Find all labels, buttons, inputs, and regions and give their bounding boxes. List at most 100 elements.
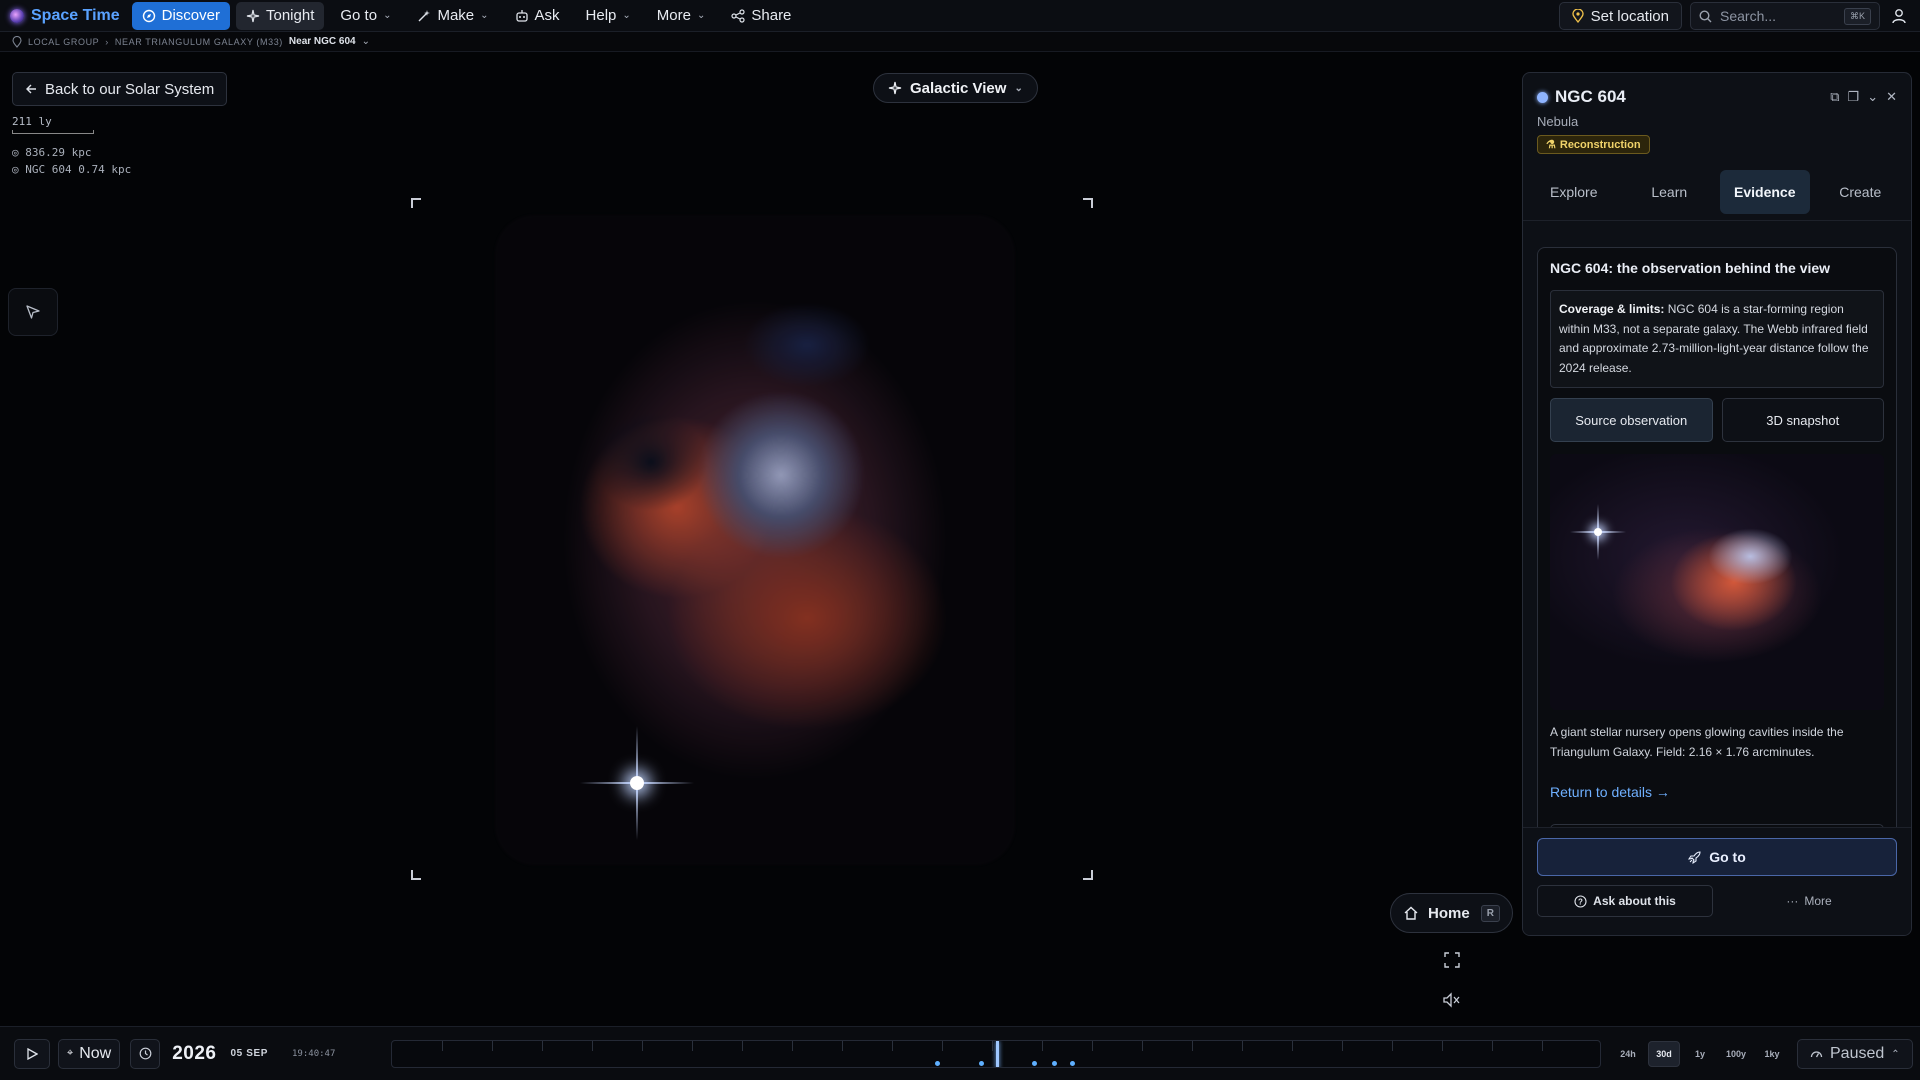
distance-readout: ◎ 836.29 kpc ◎ NGC 604 0.74 kpc xyxy=(12,144,131,178)
help-menu[interactable]: Help ⌄ xyxy=(576,2,641,30)
close-icon[interactable]: ✕ xyxy=(1886,89,1897,105)
share-button[interactable]: Share xyxy=(721,2,801,30)
tonight-button[interactable]: Tonight xyxy=(236,1,325,30)
breadcrumb-item[interactable]: LOCAL GROUP xyxy=(28,37,99,47)
make-menu[interactable]: Make ⌄ xyxy=(407,2,498,30)
tab-create[interactable]: Create xyxy=(1816,170,1906,214)
source-observation-button[interactable]: Source observation xyxy=(1550,398,1713,442)
timeline-event-marker[interactable] xyxy=(1052,1061,1057,1066)
ask-about-label: Ask about this xyxy=(1593,894,1676,908)
play-button[interactable] xyxy=(14,1038,50,1069)
breadcrumb-current[interactable]: Near NGC 604 xyxy=(289,36,356,47)
search-shortcut-hint: ⌘K xyxy=(1843,7,1871,25)
arrow-left-icon xyxy=(26,84,36,94)
collapse-chevron-icon[interactable]: ⌄ xyxy=(1867,89,1878,105)
timeline-event-marker[interactable] xyxy=(935,1061,940,1066)
now-label: Now xyxy=(79,1044,112,1062)
more-actions-button[interactable]: ··· More xyxy=(1721,885,1897,917)
selection-frame-corner xyxy=(411,870,421,880)
app-brand[interactable]: Space Time xyxy=(10,7,120,25)
compass-icon xyxy=(142,9,155,22)
panel-footer: Go to ? Ask about this ··· More xyxy=(1523,827,1911,935)
current-time[interactable]: 19:40:47 xyxy=(292,1049,335,1059)
object-color-dot xyxy=(1537,91,1548,103)
app-name: Space Time xyxy=(31,6,120,24)
ngc-604-nebula-image[interactable] xyxy=(495,215,1015,865)
goto-label: Go to xyxy=(1709,849,1746,865)
timeline-event-marker[interactable] xyxy=(1070,1061,1075,1066)
pointer-tool-button[interactable] xyxy=(8,288,58,336)
goto-object-button[interactable]: Go to xyxy=(1537,838,1897,876)
timeline-event-marker[interactable] xyxy=(979,1061,984,1066)
more-menu[interactable]: More ⌄ xyxy=(647,2,716,30)
back-to-solar-system-button[interactable]: Back to our Solar System xyxy=(12,72,228,106)
svg-text:?: ? xyxy=(1578,897,1583,906)
copy-icon[interactable]: ❐ xyxy=(1848,89,1860,105)
chevron-down-icon: ⌄ xyxy=(696,10,706,21)
time-history-button[interactable] xyxy=(130,1038,161,1069)
range-1y[interactable]: 1y xyxy=(1684,1041,1716,1067)
footer-actions: ? Ask about this ··· More xyxy=(1537,885,1897,917)
current-date[interactable]: 05 SEP xyxy=(231,1048,269,1059)
coverage-label: Coverage & limits: xyxy=(1559,302,1665,316)
set-location-button[interactable]: Set location xyxy=(1558,2,1682,30)
chevron-up-icon: ⌃ xyxy=(1891,1048,1900,1060)
user-account-icon[interactable] xyxy=(1888,5,1910,27)
range-30d[interactable]: 30d xyxy=(1648,1041,1680,1067)
ask-label: Ask xyxy=(534,7,560,24)
bright-star xyxy=(630,776,644,790)
tab-evidence[interactable]: Evidence xyxy=(1720,170,1810,214)
back-label: Back to our Solar System xyxy=(45,80,215,98)
fullscreen-button[interactable] xyxy=(1440,948,1464,972)
range-100y[interactable]: 100y xyxy=(1720,1041,1752,1067)
source-observation-image[interactable] xyxy=(1550,454,1884,710)
home-button[interactable]: Home R xyxy=(1390,893,1513,933)
timeline-scrubber[interactable] xyxy=(391,1040,1601,1068)
current-year[interactable]: 2026 xyxy=(172,1043,216,1065)
galaxy-sparkle-icon xyxy=(888,81,902,95)
playback-status-button[interactable]: Paused ⌃ xyxy=(1797,1039,1913,1069)
timeline-tick xyxy=(1342,1041,1343,1051)
breadcrumb-item[interactable]: NEAR TRIANGULUM GALAXY (M33) xyxy=(115,37,283,47)
ask-button[interactable]: Ask xyxy=(505,2,570,30)
ask-about-this-button[interactable]: ? Ask about this xyxy=(1537,885,1713,917)
search-icon xyxy=(1699,9,1712,22)
chevron-down-icon[interactable]: ⌄ xyxy=(362,36,371,47)
search-placeholder: Search... xyxy=(1720,8,1777,24)
search-input[interactable]: Search... ⌘K xyxy=(1690,2,1880,30)
view-mode-selector[interactable]: Galactic View ⌄ xyxy=(873,73,1038,103)
timeline-event-marker[interactable] xyxy=(1032,1061,1037,1066)
timeline-playhead[interactable] xyxy=(996,1041,999,1067)
pin-panel-icon[interactable]: ⧉ xyxy=(1830,89,1839,105)
timeline-tick xyxy=(942,1041,943,1051)
breadcrumb-separator: › xyxy=(105,36,109,47)
range-24h[interactable]: 24h xyxy=(1612,1041,1644,1067)
3d-snapshot-button[interactable]: 3D snapshot xyxy=(1721,398,1884,442)
selection-frame-corner xyxy=(1083,870,1093,880)
help-menu-label: Help xyxy=(585,7,617,24)
return-to-details-link[interactable]: Return to details → xyxy=(1550,784,1884,800)
range-1ky[interactable]: 1ky xyxy=(1756,1041,1788,1067)
mute-button[interactable] xyxy=(1440,988,1464,1012)
tab-explore[interactable]: Explore xyxy=(1529,170,1619,214)
timeline-tick xyxy=(492,1041,493,1051)
timeline-tick xyxy=(642,1041,643,1051)
timeline-tick xyxy=(1392,1041,1393,1051)
tab-learn[interactable]: Learn xyxy=(1625,170,1715,214)
chat-question-icon: ? xyxy=(1574,894,1587,908)
discover-button[interactable]: Discover xyxy=(131,1,230,30)
now-button[interactable]: ⌖ Now xyxy=(58,1038,121,1069)
location-pin-icon xyxy=(1571,9,1584,23)
goto-menu[interactable]: Go to ⌄ xyxy=(330,2,401,30)
robot-icon xyxy=(515,9,528,22)
timeline-tick xyxy=(1092,1041,1093,1051)
timeline-tick xyxy=(542,1041,543,1051)
selection-frame-corner xyxy=(1083,198,1093,208)
play-icon xyxy=(27,1047,38,1060)
more-actions-label: More xyxy=(1804,894,1832,908)
goto-menu-label: Go to xyxy=(340,7,378,24)
view-mode-label: Galactic View xyxy=(910,79,1007,97)
top-right-controls: Set location Search... ⌘K xyxy=(1558,2,1910,30)
timeline-tick xyxy=(1042,1041,1043,1051)
bright-star xyxy=(1594,528,1602,536)
